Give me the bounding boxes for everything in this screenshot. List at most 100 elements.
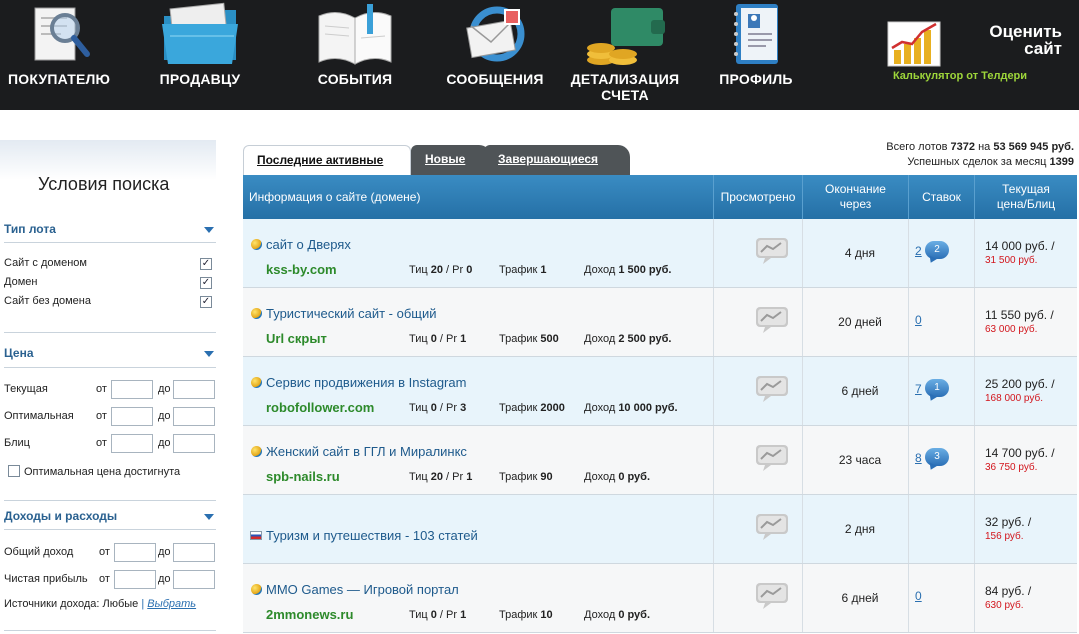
lot-title-link[interactable]: Сервис продвижения в Instagram — [266, 375, 466, 390]
income-sources-select-link[interactable]: Выбрать — [147, 598, 196, 610]
col-price[interactable]: Текущая цена/Блиц — [974, 175, 1077, 219]
tic-value: 0 — [430, 333, 437, 345]
column-divider — [802, 288, 803, 356]
lot-domain-link[interactable]: spb-nails.ru — [266, 469, 340, 484]
lot-type-site-with-domain-checkbox[interactable]: ✓ — [200, 258, 212, 270]
view-stats-icon[interactable] — [755, 237, 789, 265]
lot-bids-link[interactable]: 0 — [915, 313, 922, 327]
lot-tic-pr: Тиц 20 / Pr 0 — [409, 264, 473, 276]
pr-label: Pr — [452, 264, 464, 276]
optimal-price-reached-checkbox[interactable] — [8, 465, 20, 477]
stats-total-label: Всего лотов — [886, 141, 948, 153]
income-label: Доход — [584, 471, 616, 483]
column-divider — [974, 288, 975, 356]
lot-statistics: Всего лотов 7372 на 53 569 945 руб. Успе… — [886, 140, 1074, 170]
nav-account-details-label: ДЕТАЛИЗАЦИЯ СЧЕТА — [570, 71, 680, 103]
document-magnifier-icon — [34, 7, 90, 61]
lot-bids-link[interactable]: 0 — [915, 589, 922, 603]
income-total-to-input[interactable] — [173, 543, 215, 562]
income-net-to-input[interactable] — [173, 570, 215, 589]
lot-type-site-without-domain-checkbox[interactable]: ✓ — [200, 296, 212, 308]
lot-domain-link[interactable]: Url скрыт — [266, 331, 327, 346]
price-optimal-from-input[interactable] — [111, 407, 153, 426]
nav-messages[interactable]: СООБЩЕНИЯ — [440, 0, 550, 110]
lot-bids-link[interactable]: 8 — [915, 451, 922, 465]
lot-type-domain-checkbox[interactable]: ✓ — [200, 277, 212, 289]
price-current-label: Текущая — [4, 383, 48, 395]
tic-label: Тиц — [409, 402, 428, 414]
lot-domain-link[interactable]: 2mmonews.ru — [266, 607, 353, 622]
lot-tic-pr: Тиц 0 / Pr 3 — [409, 402, 467, 414]
new-bids-badge: 1 — [925, 379, 949, 397]
lot-title-link[interactable]: Туристический сайт - общий — [266, 306, 437, 321]
lot-title-link[interactable]: сайт о Дверях — [266, 237, 351, 252]
lot-title-link[interactable]: Женский сайт в ГГЛ и Миралинкс — [266, 444, 467, 459]
table-row[interactable]: Туризм и путешествия - 103 статей 2 дня 32… — [243, 495, 1077, 564]
table-row[interactable]: Сервис продвижения в Instagram robofollow… — [243, 357, 1077, 426]
stats-line-total: Всего лотов 7372 на 53 569 945 руб. — [886, 140, 1074, 155]
col-ends-line2: через — [839, 197, 872, 211]
lot-title-link[interactable]: Туризм и путешествия - 103 статей — [266, 528, 478, 543]
lot-bids-link[interactable]: 2 — [915, 244, 922, 258]
income-section-toggle[interactable]: Доходы и расходы — [4, 509, 216, 531]
lot-domain-link[interactable]: kss-by.com — [266, 262, 337, 277]
lot-income: Доход 2 500 руб. — [584, 333, 671, 345]
col-site-info[interactable]: Информация о сайте (домене) — [243, 175, 713, 219]
view-stats-icon[interactable] — [755, 582, 789, 610]
lot-traffic: Трафик 500 — [499, 333, 559, 345]
rate-site-title: Оценить сайт — [942, 23, 1062, 57]
price-current-to-input[interactable] — [173, 380, 215, 399]
tab-new[interactable]: Новые — [411, 145, 491, 175]
col-ends[interactable]: Окончание через — [802, 175, 908, 219]
traffic-value: 90 — [540, 471, 553, 483]
price-optimal-to-input[interactable] — [173, 407, 215, 426]
tic-label: Тиц — [409, 333, 428, 345]
lot-title-link[interactable]: MMO Games — Игровой портал — [266, 582, 459, 597]
nav-events-label: СОБЫТИЯ — [317, 71, 393, 87]
nav-seller[interactable]: ПРОДАВЦУ — [150, 0, 250, 110]
price-blitz-to-input[interactable] — [173, 434, 215, 453]
table-row[interactable]: MMO Games — Игровой портал 2mmonews.ru Тиц… — [243, 564, 1077, 633]
lot-income: Доход 0 руб. — [584, 471, 650, 483]
pr-label: Pr — [452, 471, 464, 483]
tab-latest-active[interactable]: Последние активные — [243, 145, 411, 175]
view-stats-icon[interactable] — [755, 306, 789, 334]
nav-account-details[interactable]: ДЕТАЛИЗАЦИЯ СЧЕТА — [570, 0, 680, 110]
rate-site-button[interactable]: Оценить сайт Калькулятор от Телдери — [880, 0, 1070, 110]
nav-buyer[interactable]: ПОКУПАТЕЛЮ — [8, 0, 110, 110]
lot-type-section-toggle[interactable]: Тип лота — [4, 222, 216, 244]
nav-events[interactable]: СОБЫТИЯ — [300, 0, 410, 110]
col-bids[interactable]: Ставок — [908, 175, 974, 219]
view-stats-icon[interactable] — [755, 444, 789, 472]
nav-profile[interactable]: ПРОФИЛЬ — [706, 0, 806, 110]
income-total-from-input[interactable] — [114, 543, 156, 562]
lot-ends-in: 4 дня — [844, 246, 876, 260]
traffic-value: 10 — [540, 609, 553, 621]
chevron-down-icon — [204, 227, 214, 233]
view-stats-icon[interactable] — [755, 513, 789, 541]
column-divider — [713, 357, 714, 425]
table-row[interactable]: сайт о Дверях kss-by.com Тиц 20 / Pr 0 Траф… — [243, 219, 1077, 288]
table-row[interactable]: Женский сайт в ГГЛ и Миралинкс spb-nails.… — [243, 426, 1077, 495]
from-label: от — [99, 573, 110, 585]
lots-table-header: Информация о сайте (домене) Просмотрено … — [243, 175, 1077, 219]
income-value: 1 500 руб. — [618, 264, 672, 276]
col-viewed[interactable]: Просмотрено — [713, 175, 802, 219]
lot-tic-pr: Тиц 0 / Pr 1 — [409, 609, 467, 621]
view-stats-icon[interactable] — [755, 375, 789, 403]
income-net-from-input[interactable] — [114, 570, 156, 589]
lot-domain-link[interactable]: robofollower.com — [266, 400, 374, 415]
lot-tic-pr: Тиц 0 / Pr 1 — [409, 333, 467, 345]
lot-blitz-price: 63 000 руб. — [985, 324, 1038, 335]
book-icon — [318, 4, 392, 65]
price-section-toggle[interactable]: Цена — [4, 346, 216, 368]
tab-ending[interactable]: Завершающиеся — [484, 145, 630, 175]
lot-type-site-without-domain-label: Сайт без домена — [4, 295, 91, 307]
price-blitz-from-input[interactable] — [111, 434, 153, 453]
lot-bids-link[interactable]: 7 — [915, 382, 922, 396]
divider — [4, 367, 216, 368]
lot-type-domain-label: Домен — [4, 276, 38, 288]
price-current-from-input[interactable] — [111, 380, 153, 399]
column-divider — [713, 288, 714, 356]
table-row[interactable]: Туристический сайт - общий Url скрыт Тиц 0… — [243, 288, 1077, 357]
